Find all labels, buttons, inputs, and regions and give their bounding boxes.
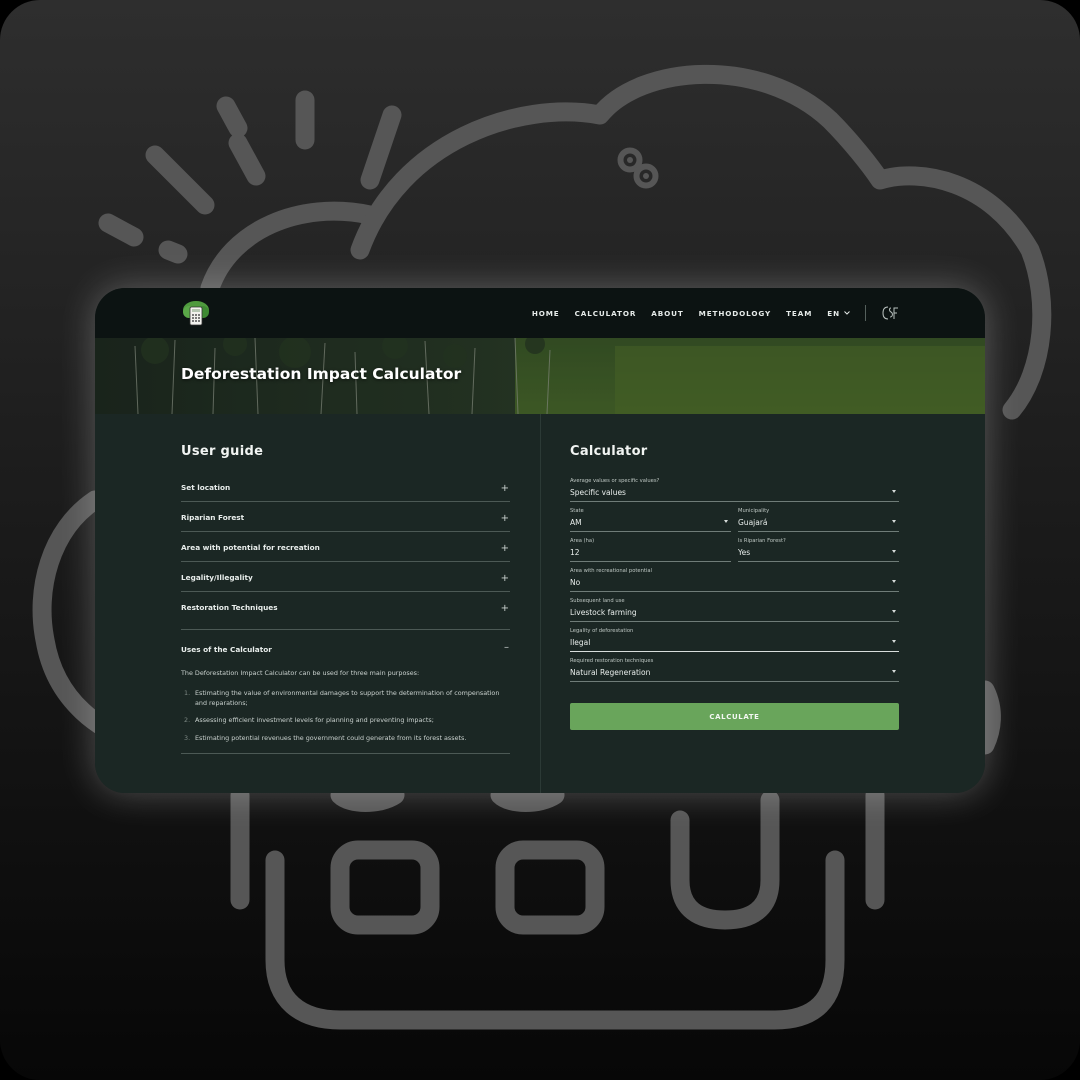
accordion-restoration-techniques[interactable]: Restoration Techniques + [181,592,510,630]
field-label: Average values or specific values? [570,478,660,484]
field-label: Municipality [738,508,770,514]
values-type-select[interactable]: Average values or specific values? Speci… [570,477,899,502]
field-label: Legality of deforestation [570,628,634,634]
list-text: Estimating potential revenues the govern… [195,734,467,742]
page-title: Deforestation Impact Calculator [181,365,462,383]
field-label: Area (ha) [570,538,595,544]
dropdown-arrow-icon [892,490,896,493]
list-number: 1. [184,689,191,697]
list-number: 3. [184,734,191,742]
accordion-label: Area with potential for recreation [181,543,320,552]
nav-link-calculator[interactable]: CALCULATOR [575,309,637,318]
csf-logo-icon[interactable] [881,305,899,321]
accordion-uses-of-calculator[interactable]: Uses of the Calculator – The Deforestati… [181,630,510,754]
municipality-select[interactable]: Municipality Guajará [738,507,899,532]
plus-icon: + [500,573,509,584]
language-label: EN [827,308,840,318]
main-content: User guide Set location + Riparian Fores… [95,414,985,793]
column-divider [540,414,541,793]
accordion-set-location[interactable]: Set location + [181,472,510,502]
calculator-title: Calculator [570,444,648,459]
nav-link-about[interactable]: ABOUT [651,309,683,318]
accordion-legality[interactable]: Legality/Illegality + [181,562,510,592]
dropdown-arrow-icon [892,610,896,613]
field-value: Ilegal [570,638,591,647]
accordion-label: Legality/Illegality [181,573,253,582]
language-selector[interactable]: EN [827,309,850,318]
accordion-label: Set location [181,483,231,492]
chevron-down-icon [844,311,850,315]
area-input[interactable]: Area (ha) 12 [570,537,731,562]
dropdown-arrow-icon [892,580,896,583]
restoration-select[interactable]: Required restoration techniques Natural … [570,657,899,682]
list-text: Estimating the value of environmental da… [195,689,500,707]
field-label: Subsequent land use [570,598,625,604]
nav-link-team[interactable]: TEAM [786,309,812,318]
field-value: Natural Regeneration [570,668,651,677]
riparian-select[interactable]: Is Riparian Forest? Yes [738,537,899,562]
field-value: No [570,578,581,587]
top-navbar: HOME CALCULATOR ABOUT METHODOLOGY TEAM E… [95,288,985,338]
field-label: Is Riparian Forest? [738,538,786,544]
field-value: Yes [738,548,751,557]
dropdown-arrow-icon [892,670,896,673]
accordion-riparian-forest[interactable]: Riparian Forest + [181,502,510,532]
plus-icon: + [500,483,509,494]
user-guide-title: User guide [181,444,264,459]
dropdown-arrow-icon [892,640,896,643]
plus-icon: + [500,513,509,524]
field-value: Livestock farming [570,608,637,617]
field-value: AM [570,518,582,527]
showcase-background: HOME CALCULATOR ABOUT METHODOLOGY TEAM E… [0,0,1080,1080]
dropdown-arrow-icon [724,520,728,523]
dropdown-arrow-icon [892,520,896,523]
field-value: 12 [570,548,580,557]
nav-link-home[interactable]: HOME [532,309,560,318]
state-select[interactable]: State AM [570,507,731,532]
nav-links: HOME CALCULATOR ABOUT METHODOLOGY TEAM E… [532,288,899,338]
field-label: Required restoration techniques [570,658,654,664]
field-label: Area with recreational potential [570,568,652,574]
minus-icon: – [504,642,509,653]
list-text: Assessing efficient investment levels fo… [195,716,434,724]
land-use-select[interactable]: Subsequent land use Livestock farming [570,597,899,622]
accordion-label: Restoration Techniques [181,603,278,612]
recreation-select[interactable]: Area with recreational potential No [570,567,899,592]
accordion-label: Riparian Forest [181,513,245,522]
field-label: State [570,508,584,514]
app-window: HOME CALCULATOR ABOUT METHODOLOGY TEAM E… [95,288,985,793]
nav-link-methodology[interactable]: METHODOLOGY [699,309,771,318]
legality-select[interactable]: Legality of deforestation Ilegal [570,627,899,652]
accordion-recreation-area[interactable]: Area with potential for recreation + [181,532,510,562]
nav-separator [865,305,866,321]
accordion-label: Uses of the Calculator [181,645,272,654]
dropdown-arrow-icon [892,550,896,553]
field-value: Guajará [738,518,768,527]
calculator-tree-logo-icon[interactable] [181,299,211,329]
field-value: Specific values [570,488,626,497]
list-number: 2. [184,716,191,724]
calculate-button[interactable]: CALCULATE [570,703,899,730]
hero-banner: Deforestation Impact Calculator [95,338,985,414]
uses-intro: The Deforestation Impact Calculator can … [181,669,420,677]
plus-icon: + [500,603,509,614]
plus-icon: + [500,543,509,554]
